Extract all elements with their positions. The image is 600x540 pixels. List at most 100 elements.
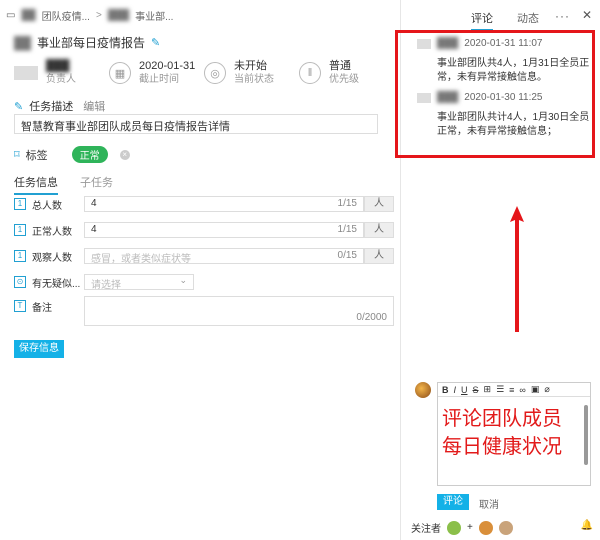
cancel-button[interactable]: 取消 bbox=[479, 496, 499, 511]
deadline-label: 截止时间 bbox=[139, 74, 179, 85]
add-follower-icon[interactable]: + bbox=[467, 522, 473, 533]
description-text[interactable]: 智慧教育事业部团队成员每日疫情报告详情 bbox=[14, 114, 378, 134]
folder-icon: ▭ bbox=[6, 10, 16, 21]
assignee[interactable]: ███ 负责人 bbox=[14, 56, 109, 90]
priority[interactable]: ‖ 普通 优先级 bbox=[299, 56, 379, 90]
bell-icon[interactable]: 🔔 bbox=[581, 520, 593, 531]
task-detail-panel: ▭ ██ 团队疫情... > ███ 事业部... ██ 事业部每日疫情报告 ✎… bbox=[0, 0, 400, 540]
field-row-total: 1 总人数 bbox=[14, 196, 88, 212]
tab-activity[interactable]: 动态 bbox=[517, 10, 539, 31]
select-field-icon: ⊙ bbox=[14, 276, 26, 288]
suspect-select[interactable]: 请选择 ⌄ bbox=[84, 274, 194, 291]
number-field-icon: 1 bbox=[14, 250, 26, 262]
underline-icon[interactable]: U bbox=[461, 385, 468, 395]
normal-label: 正常人数 bbox=[32, 226, 72, 238]
description-edit-link[interactable]: 编辑 bbox=[83, 98, 105, 114]
commenter-name: ███ bbox=[437, 92, 459, 103]
italic-icon[interactable]: I bbox=[454, 385, 457, 395]
tab-comments[interactable]: 评论 bbox=[471, 10, 493, 31]
priority-label: 优先级 bbox=[329, 74, 359, 85]
comment-body: 事业部团队共计4人，1月30日全员正常，未有异常接触信息； bbox=[437, 112, 590, 137]
number-field-icon: 1 bbox=[14, 224, 26, 236]
status[interactable]: ◎ 未开始 当前状态 bbox=[204, 56, 299, 90]
follower-avatar[interactable] bbox=[498, 520, 513, 535]
tags-row: ⌑ 标签 正常 × bbox=[14, 146, 130, 163]
more-icon[interactable]: ··· bbox=[555, 9, 570, 23]
suspect-label: 有无疑似... bbox=[32, 278, 81, 290]
breadcrumb-separator: > bbox=[95, 10, 102, 21]
avatar bbox=[417, 92, 431, 103]
chevron-down-icon: ⌄ bbox=[179, 275, 187, 285]
description-header: ✎ 任务描述 编辑 bbox=[14, 98, 105, 114]
field-row-note: T 备注 bbox=[14, 298, 88, 314]
suspect-placeholder: 请选择 bbox=[91, 280, 121, 291]
avatar bbox=[415, 382, 431, 398]
comment-time: 2020-01-31 11:07 bbox=[464, 38, 543, 49]
status-icon: ◎ bbox=[204, 62, 226, 84]
status-tag[interactable]: 正常 bbox=[71, 146, 108, 163]
editor-content[interactable]: 评论团队成员 每日健康状况 bbox=[442, 405, 582, 461]
normal-input[interactable]: 4 1/15 bbox=[84, 222, 364, 238]
commenter-name: ███ bbox=[437, 38, 459, 49]
breadcrumb-item-1-text[interactable]: 团队疫情... bbox=[42, 8, 90, 23]
assignee-label: 负责人 bbox=[46, 74, 76, 85]
image-icon[interactable]: ▣ bbox=[531, 384, 540, 395]
observe-unit: 人 bbox=[364, 248, 394, 264]
priority-icon: ‖ bbox=[299, 62, 321, 84]
note-label: 备注 bbox=[32, 302, 52, 314]
remove-tag-icon[interactable]: × bbox=[119, 149, 130, 160]
close-icon[interactable]: ✕ bbox=[582, 8, 592, 22]
tags-label: 标签 bbox=[25, 149, 48, 162]
field-row-normal: 1 正常人数 bbox=[14, 222, 88, 238]
description-label: 任务描述 bbox=[29, 101, 74, 113]
comment-body: 事业部团队共4人，1月31日全员正常，未有异常接触信息。 bbox=[437, 58, 590, 83]
avatar bbox=[417, 38, 431, 49]
attachment-icon[interactable]: ⌀ bbox=[544, 384, 549, 395]
tab-subtasks[interactable]: 子任务 bbox=[80, 174, 113, 195]
task-tabs: 任务信息 子任务 bbox=[14, 174, 113, 195]
save-button[interactable]: 保存信息 bbox=[14, 340, 64, 358]
editor-line-1: 评论团队成员 bbox=[442, 408, 562, 430]
total-count: 1/15 bbox=[337, 198, 357, 209]
breadcrumb-item-2-text[interactable]: 事业部... bbox=[135, 8, 173, 23]
link-icon[interactable]: ∞ bbox=[519, 385, 525, 395]
note-count: 0/2000 bbox=[356, 312, 387, 323]
normal-unit: 人 bbox=[364, 222, 394, 238]
deadline-value: 2020-01-31 bbox=[139, 60, 196, 72]
breadcrumb-item-1[interactable]: ██ bbox=[21, 10, 35, 21]
strikethrough-icon[interactable]: S bbox=[473, 385, 479, 395]
breadcrumb-item-2[interactable]: ███ bbox=[108, 10, 129, 21]
total-unit: 人 bbox=[364, 196, 394, 212]
ordered-list-icon[interactable]: ☰ bbox=[496, 384, 504, 395]
edit-square-icon: ✎ bbox=[14, 100, 24, 113]
tab-task-info[interactable]: 任务信息 bbox=[14, 174, 58, 195]
status-value: 未开始 bbox=[234, 60, 267, 72]
bullet-list-icon[interactable]: ≡ bbox=[509, 385, 514, 395]
follower-avatar[interactable] bbox=[478, 520, 493, 535]
total-label: 总人数 bbox=[32, 200, 62, 212]
deadline[interactable]: ▦ 2020-01-31 截止时间 bbox=[109, 56, 204, 90]
follower-avatar[interactable] bbox=[447, 520, 461, 535]
comment-item: ███ 2020-01-30 11:25 事业部团队共计4人，1月30日全员正常… bbox=[417, 92, 593, 139]
tag-icon: ⌑ bbox=[14, 149, 20, 161]
observe-label: 观察人数 bbox=[32, 252, 72, 264]
table-icon[interactable]: ⊞ bbox=[484, 384, 492, 395]
comment-time: 2020-01-30 11:25 bbox=[464, 92, 543, 103]
comment-composer: B I U S ⊞ ☰ ≡ ∞ ▣ ⌀ 评论团队成员 每日健康状况 评论 取消 … bbox=[401, 376, 600, 540]
task-meta: ███ 负责人 ▦ 2020-01-31 截止时间 ◎ 未开始 当前状态 ‖ 普通 优先… bbox=[14, 56, 386, 90]
observe-input[interactable]: 感冒，或者类似症状等 0/15 bbox=[84, 248, 364, 265]
normal-count: 1/15 bbox=[337, 224, 357, 235]
calendar-icon: ▦ bbox=[109, 62, 131, 84]
note-textarea[interactable]: 0/2000 bbox=[84, 296, 394, 326]
editor-scrollbar[interactable] bbox=[584, 405, 588, 465]
submit-comment-button[interactable]: 评论 bbox=[437, 494, 469, 510]
edit-icon[interactable]: ✎ bbox=[151, 36, 160, 49]
total-input[interactable]: 4 1/15 bbox=[84, 196, 364, 212]
field-row-observe: 1 观察人数 bbox=[14, 248, 88, 264]
comment-editor[interactable]: B I U S ⊞ ☰ ≡ ∞ ▣ ⌀ 评论团队成员 每日健康状况 bbox=[437, 382, 591, 486]
task-title-text: 事业部每日疫情报告 bbox=[37, 36, 146, 50]
comments-panel: 评论 动态 ··· ✕ ███ 2020-01-31 11:07 事业部团队共4… bbox=[395, 0, 600, 540]
comment-item: ███ 2020-01-31 11:07 事业部团队共4人，1月31日全员正常，… bbox=[417, 38, 593, 85]
followers: 关注者 + bbox=[411, 520, 513, 535]
bold-icon[interactable]: B bbox=[442, 385, 449, 395]
